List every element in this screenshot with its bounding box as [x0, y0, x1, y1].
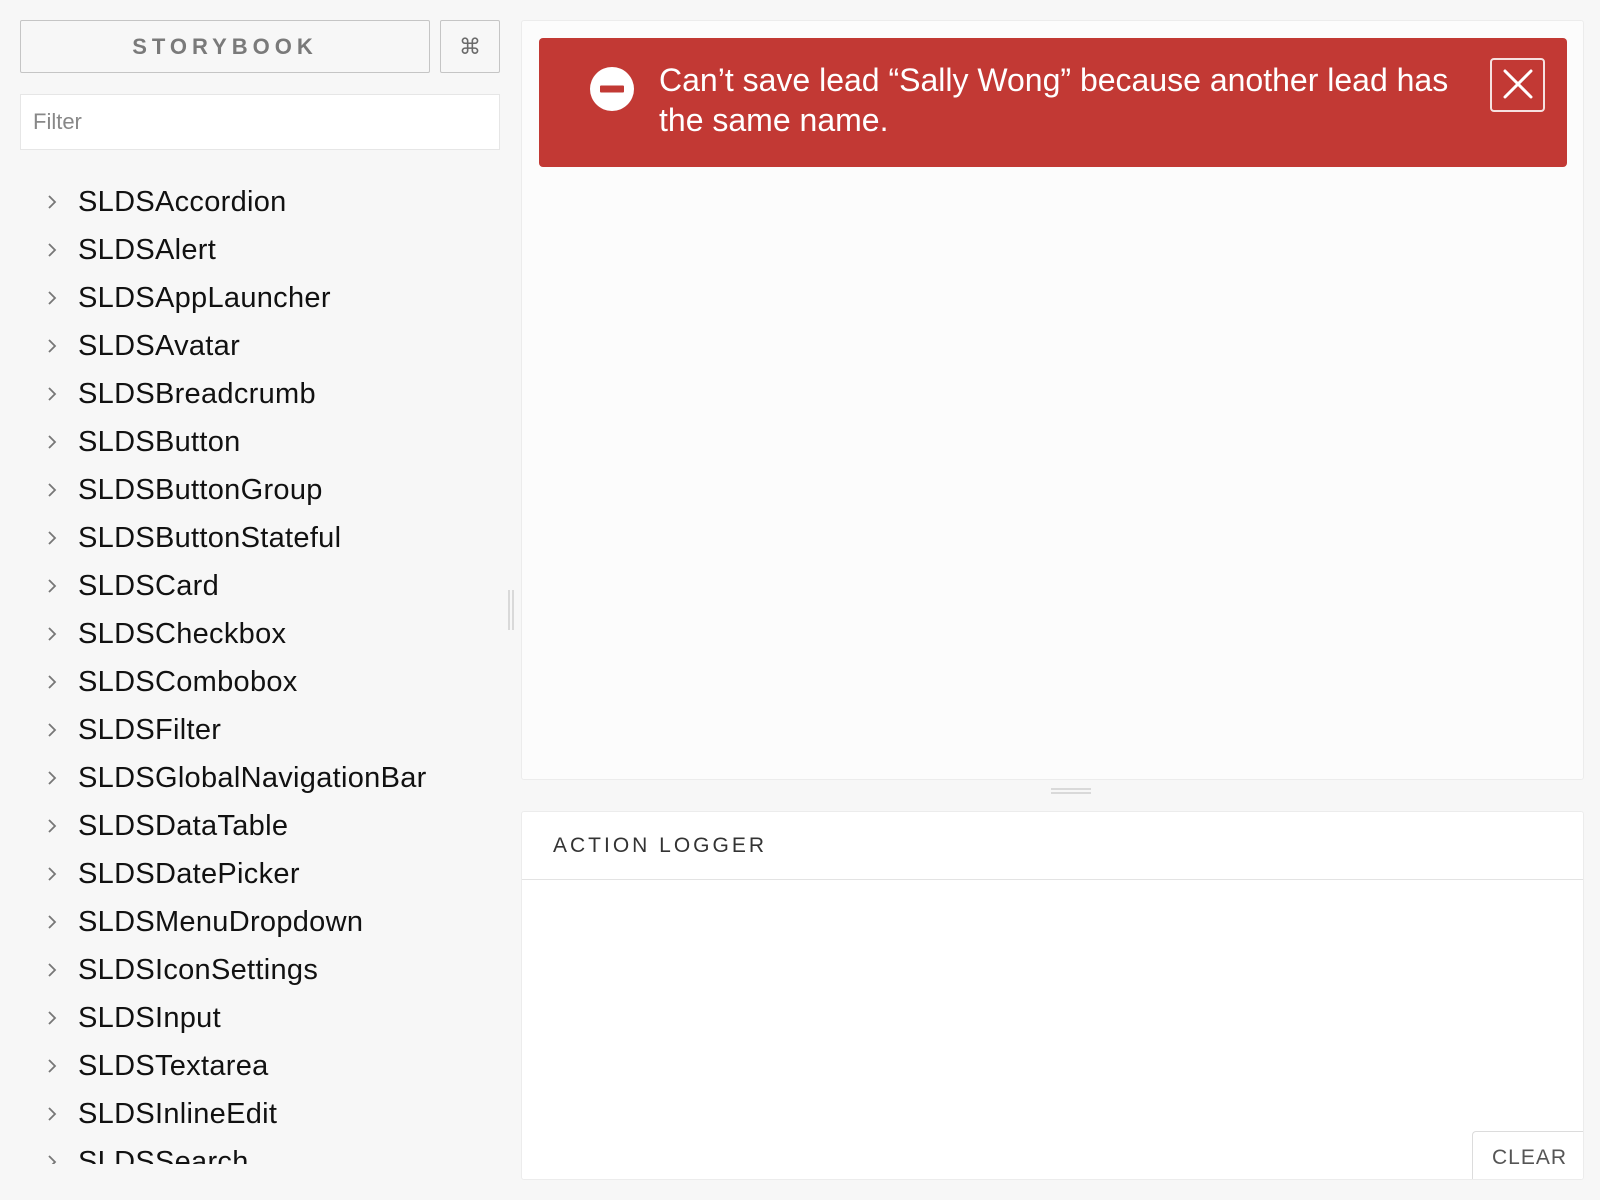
story-item-label: SLDSMenuDropdown — [78, 905, 364, 938]
story-item-label: SLDSButtonStateful — [78, 521, 342, 554]
filter-input[interactable] — [20, 94, 500, 150]
story-item[interactable]: SLDSSearch — [20, 1138, 490, 1164]
story-item[interactable]: SLDSButtonGroup — [20, 466, 490, 514]
tab-action-logger[interactable]: ACTION LOGGER — [553, 834, 767, 858]
chevron-right-icon — [20, 578, 78, 594]
story-item[interactable]: SLDSDatePicker — [20, 850, 490, 898]
story-item-label: SLDSAvatar — [78, 329, 241, 362]
story-item[interactable]: SLDSCombobox — [20, 658, 490, 706]
story-item-label: SLDSAppLauncher — [78, 281, 331, 314]
story-item[interactable]: SLDSMenuDropdown — [20, 898, 490, 946]
story-item-label: SLDSDataTable — [78, 809, 289, 842]
story-list: SLDSAccordion SLDSAlert SLDSAppLauncher … — [20, 178, 490, 1164]
chevron-right-icon — [20, 1058, 78, 1074]
story-item-label: SLDSSearch — [78, 1145, 249, 1165]
chevron-right-icon — [20, 290, 78, 306]
story-item-label: SLDSInput — [78, 1001, 221, 1034]
story-item-label: SLDSAlert — [78, 233, 217, 266]
story-item-label: SLDSButton — [78, 425, 241, 458]
chevron-right-icon — [20, 242, 78, 258]
chevron-right-icon — [20, 722, 78, 738]
panel-resize-handle[interactable] — [1051, 788, 1091, 794]
command-icon: ⌘ — [459, 33, 481, 59]
chevron-right-icon — [20, 626, 78, 642]
story-item[interactable]: SLDSButtonStateful — [20, 514, 490, 562]
chevron-right-icon — [20, 1010, 78, 1026]
addon-panel: ACTION LOGGER CLEAR — [521, 811, 1584, 1180]
chevron-right-icon — [20, 482, 78, 498]
addon-tab-bar: ACTION LOGGER — [522, 812, 1583, 880]
story-item-label: SLDSBreadcrumb — [78, 377, 316, 410]
story-item[interactable]: SLDSCard — [20, 562, 490, 610]
story-item[interactable]: SLDSAppLauncher — [20, 274, 490, 322]
chevron-right-icon — [20, 914, 78, 930]
error-icon — [589, 66, 635, 112]
story-item[interactable]: SLDSButton — [20, 418, 490, 466]
sidebar: STORYBOOK ⌘ SLDSAccordion SLDSAlert SLDS… — [0, 0, 514, 1200]
chevron-right-icon — [20, 818, 78, 834]
story-item[interactable]: SLDSAccordion — [20, 178, 490, 226]
story-item-label: SLDSFilter — [78, 713, 222, 746]
close-icon — [1501, 67, 1535, 104]
chevron-right-icon — [20, 866, 78, 882]
story-item[interactable]: SLDSIconSettings — [20, 946, 490, 994]
story-item[interactable]: SLDSInput — [20, 994, 490, 1042]
preview-canvas: Can’t save lead “Sally Wong” because ano… — [521, 20, 1584, 780]
story-item[interactable]: SLDSFilter — [20, 706, 490, 754]
story-item[interactable]: SLDSDataTable — [20, 802, 490, 850]
story-item-label: SLDSGlobalNavigationBar — [78, 761, 427, 794]
story-item-label: SLDSIconSettings — [78, 953, 319, 986]
story-item-label: SLDSCheckbox — [78, 617, 287, 650]
chevron-right-icon — [20, 770, 78, 786]
action-log-area — [522, 880, 1583, 1179]
chevron-right-icon — [20, 338, 78, 354]
story-item[interactable]: SLDSTextarea — [20, 1042, 490, 1090]
story-item-label: SLDSButtonGroup — [78, 473, 323, 506]
story-item-label: SLDSCard — [78, 569, 220, 602]
chevron-right-icon — [20, 1154, 78, 1164]
story-item-label: SLDSTextarea — [78, 1049, 269, 1082]
story-item-label: SLDSInlineEdit — [78, 1097, 278, 1130]
chevron-right-icon — [20, 434, 78, 450]
chevron-right-icon — [20, 962, 78, 978]
story-item-label: SLDSDatePicker — [78, 857, 300, 890]
story-item[interactable]: SLDSInlineEdit — [20, 1090, 490, 1138]
story-item[interactable]: SLDSAvatar — [20, 322, 490, 370]
clear-button[interactable]: CLEAR — [1472, 1131, 1583, 1179]
keyboard-shortcuts-button[interactable]: ⌘ — [440, 20, 500, 73]
error-toast: Can’t save lead “Sally Wong” because ano… — [539, 38, 1567, 167]
chevron-right-icon — [20, 530, 78, 546]
sidebar-resize-handle[interactable] — [508, 590, 514, 630]
story-item[interactable]: SLDSGlobalNavigationBar — [20, 754, 490, 802]
story-item-label: SLDSCombobox — [78, 665, 298, 698]
chevron-right-icon — [20, 386, 78, 402]
chevron-right-icon — [20, 194, 78, 210]
toast-message: Can’t save lead “Sally Wong” because ano… — [659, 62, 1449, 138]
story-item-label: SLDSAccordion — [78, 185, 287, 218]
story-item[interactable]: SLDSBreadcrumb — [20, 370, 490, 418]
toast-close-button[interactable] — [1490, 58, 1545, 112]
story-item[interactable]: SLDSAlert — [20, 226, 490, 274]
story-item[interactable]: SLDSCheckbox — [20, 610, 490, 658]
chevron-right-icon — [20, 674, 78, 690]
storybook-brand-button[interactable]: STORYBOOK — [20, 20, 430, 73]
chevron-right-icon — [20, 1106, 78, 1122]
